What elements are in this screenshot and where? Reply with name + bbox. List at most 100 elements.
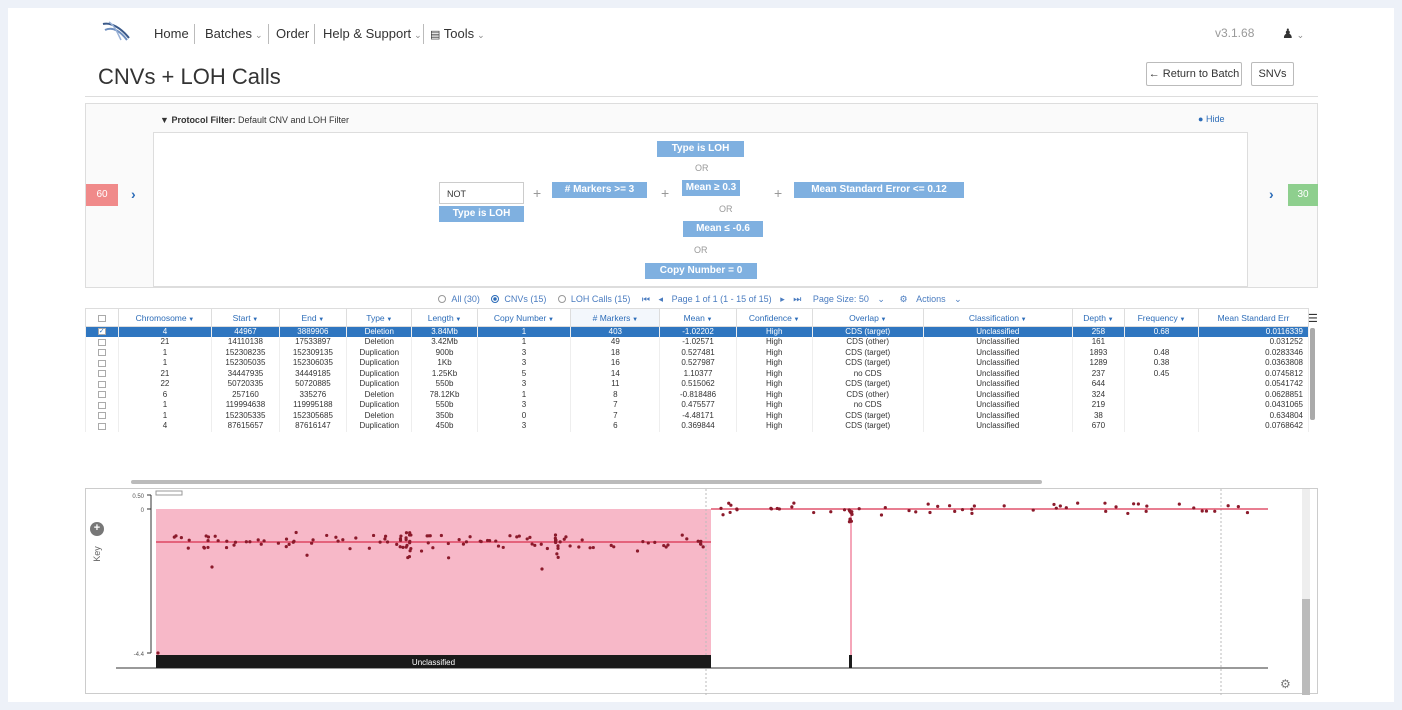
table-row[interactable]: 1 119994638 119995188 Duplication 550b 3 7 0.47… <box>85 400 1309 411</box>
prev-page-icon[interactable]: ◂ <box>659 294 664 304</box>
filter-cnvs-radio[interactable]: CNVs (15) <box>491 294 549 304</box>
next-page-icon[interactable]: ▸ <box>780 294 785 304</box>
nav-order[interactable]: Order <box>276 24 309 44</box>
logo-icon[interactable] <box>101 20 131 42</box>
column-header[interactable]: Type ▼ <box>346 308 413 327</box>
row-checkbox[interactable] <box>85 326 119 337</box>
column-header-label: Mean <box>683 312 705 323</box>
row-checkbox[interactable] <box>85 379 119 390</box>
filter-chip-markers[interactable]: # Markers >= 3 <box>552 182 647 198</box>
table-row[interactable]: 4 87615657 87616147 Duplication 450b 3 6 0.3698… <box>85 421 1309 432</box>
table-row[interactable]: 22 50720335 50720885 Duplication 550b 3 11 0.51… <box>85 379 1309 390</box>
chevron-right-icon[interactable]: › <box>1269 186 1274 202</box>
filter-icon[interactable]: ▼ <box>1019 317 1027 323</box>
column-header[interactable]: Start ▼ <box>211 308 280 327</box>
actions-dropdown[interactable]: ⚙ Actions ⌄ <box>896 294 964 304</box>
filter-icon[interactable]: ▼ <box>317 317 324 323</box>
data-point <box>446 541 450 546</box>
column-menu-icon[interactable]: ☰ <box>1308 312 1318 325</box>
column-header[interactable]: Depth ▼ <box>1071 308 1126 327</box>
row-checkbox[interactable] <box>85 400 119 411</box>
page-size-dropdown[interactable]: Page Size: 50 ⌄ <box>810 294 888 304</box>
filter-icon[interactable]: ▼ <box>705 317 713 323</box>
filter-icon[interactable]: ▼ <box>187 317 194 323</box>
filter-loh-radio[interactable]: LOH Calls (15) <box>557 294 634 304</box>
included-count-badge[interactable]: 30 <box>1288 184 1318 206</box>
column-header[interactable]: Classification ▼ <box>922 308 1073 327</box>
y-tick-label: 0 <box>141 508 145 514</box>
table-row[interactable]: 4449673889906Deletion3.84Mb1403-1.02202H… <box>85 326 1309 337</box>
excluded-count-badge[interactable]: 60 <box>86 184 118 206</box>
filter-chip-mean-lte[interactable]: Mean ≤ -0.6 <box>683 221 763 237</box>
table-row[interactable]: 6 257160 335276 Deletion 78.12Kb 1 8 -0.818486 H… <box>85 389 1309 400</box>
table-row[interactable]: 1 152308235 152309135 Duplication 900b 3 18 0.5… <box>85 347 1309 358</box>
row-checkbox[interactable] <box>85 410 119 421</box>
user-menu[interactable]: ♟ ⌄ <box>1282 26 1304 42</box>
snvs-button[interactable]: SNVs <box>1251 62 1294 86</box>
data-point <box>936 504 940 509</box>
column-header[interactable]: # Markers ▼ <box>570 308 661 327</box>
data-point <box>1052 502 1056 507</box>
table-horizontal-scrollbar[interactable] <box>131 480 1042 484</box>
select-all-header[interactable] <box>85 308 119 327</box>
row-checkbox[interactable] <box>85 421 119 432</box>
chevron-right-icon[interactable]: › <box>131 186 136 202</box>
row-checkbox[interactable] <box>85 337 119 348</box>
filter-chip-mean-gte[interactable]: Mean ≥ 0.3 <box>682 180 740 196</box>
column-header[interactable]: Length ▼ <box>411 308 478 327</box>
data-point <box>847 520 852 524</box>
filter-icon[interactable]: ▼ <box>879 317 886 323</box>
hide-filter-link[interactable]: ● Hide <box>1198 114 1224 124</box>
column-header[interactable]: Frequency ▼ <box>1124 308 1199 327</box>
data-point <box>371 533 376 538</box>
scroll-thumb[interactable] <box>1302 599 1310 695</box>
filter-chip-type-loh-not[interactable]: Type is LOH <box>439 206 524 222</box>
return-to-batch-button[interactable]: ← Return to Batch <box>1146 62 1242 86</box>
filter-icon[interactable]: ▼ <box>1106 317 1114 323</box>
table-cell: CDS (target) <box>811 326 924 337</box>
data-point <box>399 534 403 538</box>
filter-panel: ▼ Protocol Filter: Default CNV and LOH F… <box>85 103 1318 288</box>
filter-icon[interactable]: ▼ <box>630 317 638 323</box>
plot-vertical-scrollbar[interactable] <box>1302 489 1310 695</box>
last-page-icon[interactable]: ⏭ <box>793 294 801 304</box>
filter-chip-copy-number[interactable]: Copy Number = 0 <box>645 263 757 279</box>
column-header[interactable]: Confidence ▼ <box>735 308 813 327</box>
table-cell: 44967 <box>211 326 280 337</box>
table-row[interactable]: 21 34447935 34449185 Duplication 1.25Kb 5 14 1.… <box>85 368 1309 379</box>
table-vertical-scrollbar[interactable] <box>1310 328 1315 420</box>
table-row[interactable]: 1 152305035 152306035 Duplication 1Kb 3 16 0.52… <box>85 358 1309 369</box>
filter-cnvs-label: CNVs (15) <box>504 294 547 304</box>
row-checkbox[interactable] <box>85 368 119 379</box>
column-header[interactable]: Overlap ▼ <box>811 308 924 327</box>
filter-chip-type-loh[interactable]: Type is LOH <box>657 141 744 157</box>
filter-all-radio[interactable]: All (30) <box>438 294 483 304</box>
nav-home[interactable]: Home <box>154 24 189 44</box>
deletion-region <box>156 509 711 657</box>
filter-chip-mse[interactable]: Mean Standard Error <= 0.12 <box>794 182 964 198</box>
table-row[interactable]: 1 152305335 152305685 Deletion 350b 0 7 -4.4817… <box>85 410 1309 421</box>
table-cell: 6 <box>570 421 661 432</box>
filter-icon[interactable]: ▼ <box>792 317 800 323</box>
table-cell: 87615657 <box>211 421 280 432</box>
gear-icon[interactable]: ⚙ <box>1280 677 1291 691</box>
nav-tools[interactable]: ▤ Tools ⌄ <box>430 24 485 44</box>
column-header[interactable]: End ▼ <box>278 308 348 327</box>
column-header[interactable]: Chromosome ▼ <box>117 308 213 327</box>
column-header[interactable]: Copy Number ▼ <box>476 308 572 327</box>
column-header[interactable]: Mean ▼ <box>659 308 737 327</box>
first-page-icon[interactable]: ⏮ <box>642 294 650 304</box>
table-row[interactable]: 21 14110138 17533897 Deletion 3.42Mb 1 49 -1.02… <box>85 337 1309 348</box>
filter-icon[interactable]: ▼ <box>546 317 554 323</box>
data-point <box>553 533 558 537</box>
column-header[interactable]: Mean Standard Err <box>1198 308 1309 327</box>
row-checkbox[interactable] <box>85 358 119 369</box>
filter-icon[interactable]: ▼ <box>251 317 258 323</box>
nav-batches[interactable]: Batches ⌄ <box>205 24 263 44</box>
filter-icon[interactable]: ▼ <box>454 317 461 323</box>
row-checkbox[interactable] <box>85 389 119 400</box>
filter-icon[interactable]: ▼ <box>385 317 392 323</box>
nav-help[interactable]: Help & Support ⌄ <box>323 24 422 44</box>
row-checkbox[interactable] <box>85 347 119 358</box>
filter-icon[interactable]: ▼ <box>1178 317 1185 323</box>
